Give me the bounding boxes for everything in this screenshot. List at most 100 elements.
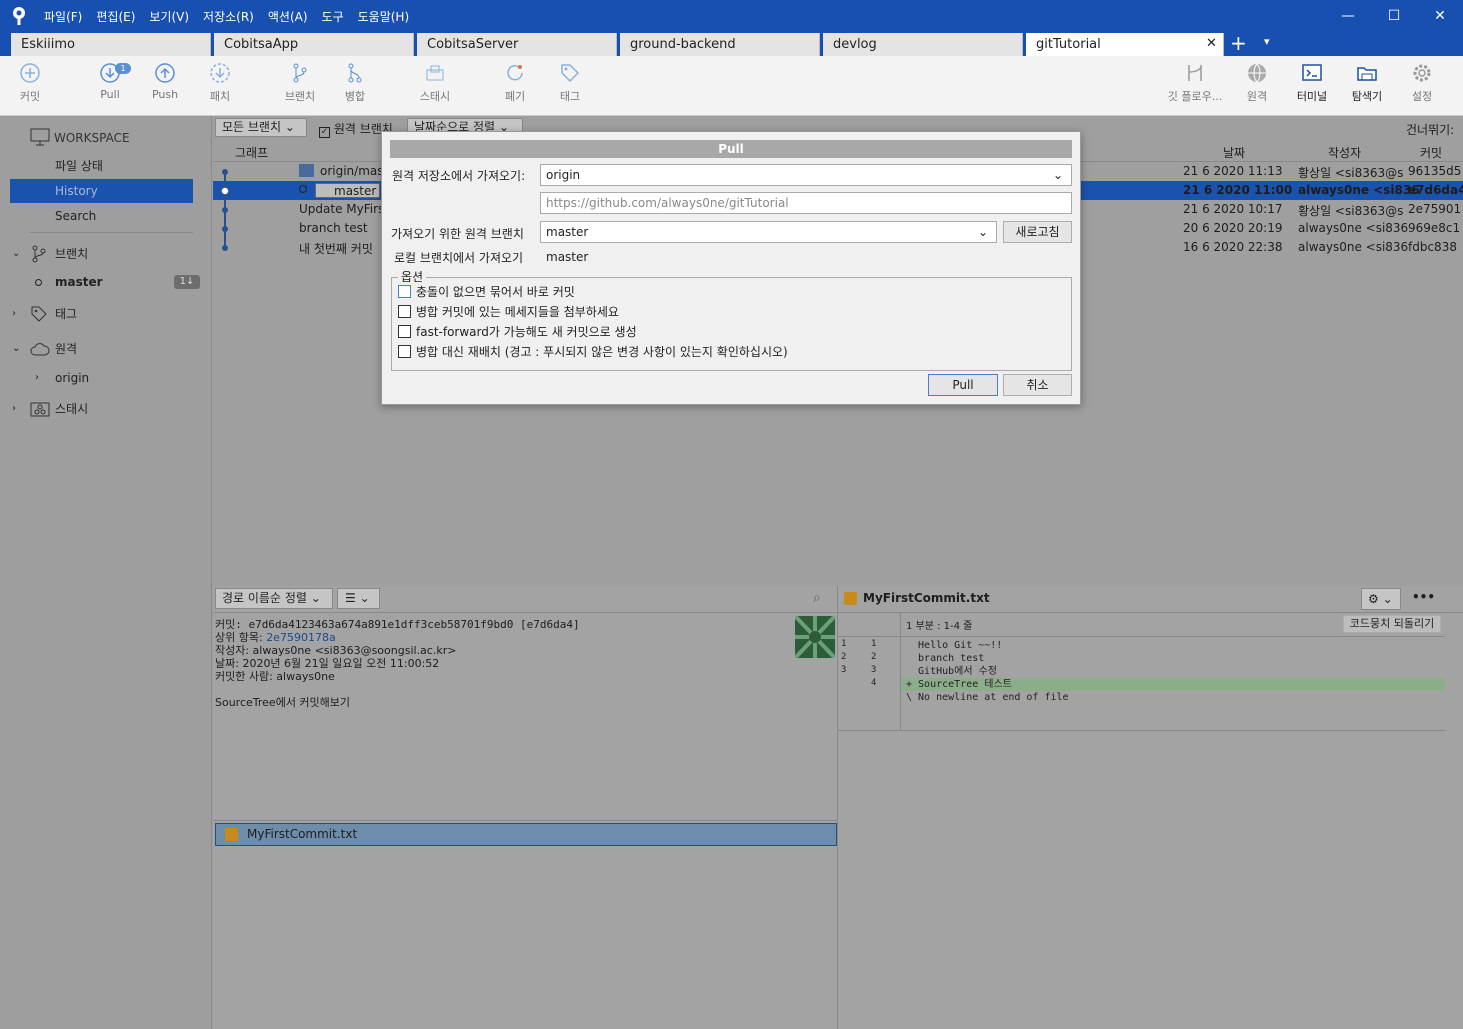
discard-button[interactable]: 폐기 — [485, 62, 545, 104]
divider — [213, 820, 837, 821]
view-mode-dropdown[interactable]: ☰ ⌄ — [337, 588, 380, 609]
sidebar-stashes-header[interactable]: › 스태시 — [0, 397, 212, 421]
settings-button[interactable]: 설정 — [1392, 62, 1452, 104]
cancel-button[interactable]: 취소 — [1003, 374, 1072, 396]
branch-filter-dropdown[interactable]: 모든 브랜치 ⌄ — [215, 118, 307, 137]
sidebar-item-master[interactable]: master 1↓ — [0, 270, 212, 294]
pull-button[interactable]: Pull 1 — [80, 62, 140, 101]
diff-options-dropdown[interactable]: ⚙ ⌄ — [1361, 588, 1401, 610]
sourcetree-logo-icon — [13, 7, 25, 25]
tab-menu-icon[interactable]: ▾ — [1264, 35, 1270, 48]
maximize-button[interactable]: ☐ — [1371, 0, 1417, 32]
sidebar-item-search[interactable]: Search — [0, 204, 212, 228]
chevron-down-icon: ⌄ — [12, 248, 21, 259]
settings-label: 설정 — [1411, 90, 1433, 103]
title-bar: 파일(F) 편집(E) 보기(V) 저장소(R) 액션(A) 도구 도움말(H)… — [0, 0, 1463, 32]
pull-dialog: Pull 원격 저장소에서 가져오기: origin ⌄ https://gith… — [381, 131, 1081, 405]
option-no-fast-forward[interactable]: fast-forward가 가능해도 새 커밋으로 생성 — [398, 321, 637, 341]
tab-gittutorial[interactable]: gitTutorial — [1026, 33, 1224, 56]
tags-label: 태그 — [55, 307, 78, 321]
diff-lines: 11 Hello Git ~~!! 22 branch test 33 GitH… — [838, 637, 1445, 707]
remote-label: 원격 저장소에서 가져오기: — [392, 169, 526, 183]
col-graph[interactable]: 그래프 — [235, 144, 268, 161]
sidebar-tags-header[interactable]: › 태그 — [0, 302, 212, 326]
tab-label: gitTutorial — [1036, 37, 1101, 52]
row-author: 황상일 <si8363@s — [1298, 166, 1404, 180]
remote-button[interactable]: 원격 — [1227, 62, 1287, 104]
revert-hunk-button[interactable]: 코드뭉치 되돌리기 — [1343, 615, 1441, 633]
option-label: 충돌이 없으면 묶어서 바로 커밋 — [416, 284, 575, 299]
tab-devlog[interactable]: devlog — [823, 33, 1023, 56]
sidebar-item-history[interactable]: History — [10, 179, 193, 203]
chevron-right-icon: › — [35, 372, 39, 383]
option-squash-commit[interactable]: 충돌이 없으면 묶어서 바로 커밋 — [398, 281, 575, 301]
fetch-button[interactable]: 패치 — [190, 62, 250, 104]
col-commit[interactable]: 커밋 — [1420, 144, 1442, 161]
more-options-icon[interactable]: ••• — [1412, 590, 1435, 604]
stash-button[interactable]: 스태시 — [405, 62, 465, 104]
path-sort-dropdown[interactable]: 경로 이름순 정렬 ⌄ — [215, 588, 333, 609]
col-author[interactable]: 작성자 — [1328, 144, 1361, 161]
tab-cobitsaserver[interactable]: CobitsaServer — [417, 33, 617, 56]
line-numbers: 11 — [838, 639, 900, 652]
col-date[interactable]: 날짜 — [1223, 144, 1245, 161]
path-sort-value: 경로 이름순 정렬 — [222, 591, 307, 605]
file-name: MyFirstCommit.txt — [247, 827, 358, 841]
master-label: master — [55, 275, 103, 289]
hunk: 1 부분 : 1-4 줄 코드뭉치 되돌리기 11 Hello Git ~~!!… — [838, 613, 1445, 731]
option-include-messages[interactable]: 병합 커밋에 있는 메세지들을 첨부하세요 — [398, 301, 619, 321]
chevron-down-icon: ⌄ — [310, 591, 321, 605]
commit-message: SourceTree에서 커밋해보기 — [215, 696, 351, 709]
sidebar-branches-header[interactable]: ⌄ 브랜치 — [0, 242, 212, 266]
old-line-number: 3 — [841, 665, 847, 675]
sidebar-remotes-header[interactable]: ⌄ 원격 — [0, 337, 212, 361]
push-button[interactable]: Push — [135, 62, 195, 101]
menu-tools[interactable]: 도구 — [322, 8, 344, 25]
menu-view[interactable]: 보기(V) — [149, 8, 189, 25]
tab-cobitsaapp[interactable]: CobitsaApp — [214, 33, 414, 56]
minimize-button[interactable]: — — [1325, 0, 1371, 32]
row-hash: fdbc838 — [1408, 240, 1457, 254]
remote-url-field[interactable]: https://github.com/always0ne/gitTutorial — [540, 192, 1072, 214]
remote-branch-select[interactable]: master ⌄ — [540, 221, 997, 243]
menu-edit[interactable]: 편집(E) — [96, 8, 135, 25]
sidebar-item-file-status[interactable]: 파일 상태 — [0, 154, 212, 178]
row-author: 황상일 <si8363@s — [1298, 204, 1404, 218]
explorer-button[interactable]: 탐색기 — [1337, 62, 1397, 104]
branch-button[interactable]: 브랜치 — [270, 62, 330, 104]
chevron-down-icon: ⌄ — [977, 225, 988, 239]
pull-confirm-button[interactable]: Pull — [928, 374, 998, 396]
menu-repository[interactable]: 저장소(R) — [203, 8, 254, 25]
search-icon[interactable]: ⌕ — [813, 590, 821, 606]
sidebar-item-origin[interactable]: › origin — [0, 366, 212, 390]
remote-select[interactable]: origin ⌄ — [540, 164, 1072, 186]
close-window-button[interactable]: ✕ — [1417, 0, 1463, 32]
terminal-label: 터미널 — [1296, 90, 1328, 103]
tab-ground-backend[interactable]: ground-backend — [620, 33, 820, 56]
menu-file[interactable]: 파일(F) — [44, 8, 82, 25]
commit-icon — [20, 63, 40, 83]
chevron-down-icon: ⌄ — [359, 591, 370, 605]
commit-graph — [220, 169, 230, 251]
diff-line: branch test — [906, 653, 985, 664]
list-icon: ☰ — [345, 591, 356, 605]
menu-help[interactable]: 도움말(H) — [358, 8, 410, 25]
add-tab-icon[interactable]: + — [1230, 32, 1247, 54]
tab-eskiiimo[interactable]: Eskiiimo — [11, 33, 211, 56]
tag-icon — [31, 306, 47, 322]
commit-button[interactable]: 커밋 — [0, 62, 60, 104]
tag-button[interactable]: 태그 — [540, 62, 600, 104]
origin-label: origin — [55, 371, 90, 385]
merge-button[interactable]: 병합 — [325, 62, 385, 104]
option-rebase[interactable]: 병합 대신 재배치 (경고 : 푸시되지 않은 변경 사항이 있는지 확인하십시… — [398, 341, 788, 361]
tab-close-icon[interactable]: ✕ — [1206, 36, 1217, 51]
file-list-item[interactable]: MyFirstCommit.txt — [215, 823, 837, 846]
gitflow-button[interactable]: 깃 플로우... — [1160, 62, 1230, 104]
refresh-button[interactable]: 새로고침 — [1003, 221, 1072, 243]
terminal-button[interactable]: 터미널 — [1282, 62, 1342, 104]
discard-icon — [507, 65, 523, 81]
tag-icon — [561, 64, 580, 83]
divider — [213, 612, 837, 613]
menu-actions[interactable]: 액션(A) — [268, 8, 308, 25]
row-date: 21 6 2020 11:13 — [1183, 164, 1283, 178]
